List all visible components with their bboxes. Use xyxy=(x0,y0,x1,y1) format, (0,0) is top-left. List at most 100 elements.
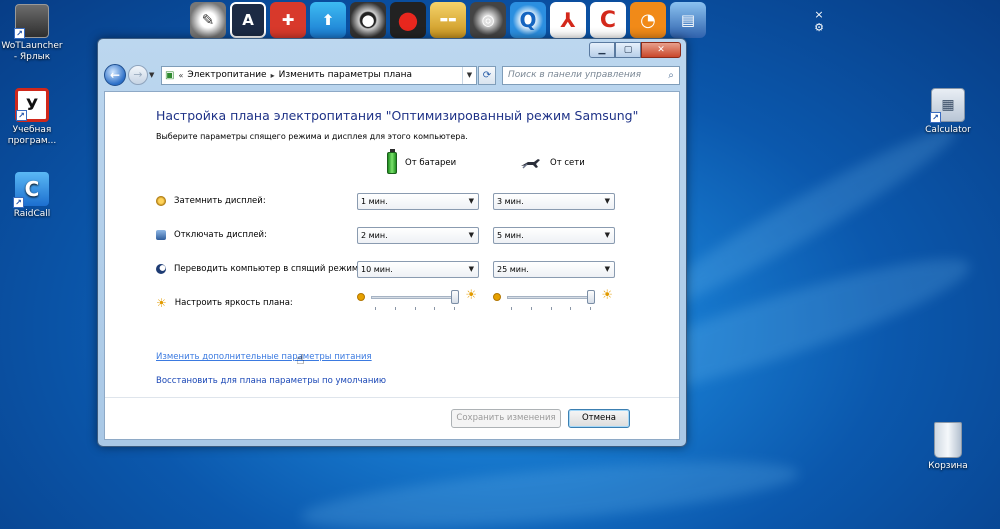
chevron-down-icon: ▼ xyxy=(468,265,474,273)
window-controls: ▁ ▢ ✕ xyxy=(589,42,681,58)
magnifier-tool-icon[interactable]: ✎ xyxy=(190,2,226,38)
setting-label: Переводить компьютер в спящий режим: xyxy=(174,264,362,274)
dim-display-icon xyxy=(156,196,166,206)
film-reel-icon[interactable]: ◎ xyxy=(470,2,506,38)
desktop-icon-wotlauncher[interactable]: ↗ WoTLauncher - Ярлык xyxy=(0,4,64,63)
sleep-ac-select[interactable]: 25 мин. ▼ xyxy=(493,261,615,278)
record-icon[interactable]: ● xyxy=(390,2,426,38)
slider-ticks xyxy=(375,307,455,310)
speedtest-icon[interactable]: ◔ xyxy=(630,2,666,38)
slider-ticks xyxy=(511,307,591,310)
address-dropdown-icon[interactable]: ▼ xyxy=(462,66,476,84)
breadcrumb-separator-icon[interactable]: ▸ xyxy=(271,71,275,80)
pdf-reader-icon[interactable]: ⅄ xyxy=(550,2,586,38)
brightness-high-icon: ☀ xyxy=(465,288,477,303)
breadcrumb-item-power[interactable]: Электропитание xyxy=(187,70,266,80)
cancel-button[interactable]: Отмена xyxy=(568,409,630,428)
shortcut-arrow-icon: ↗ xyxy=(16,110,27,121)
refresh-button[interactable]: ⟳ xyxy=(478,65,496,85)
shortcut-arrow-icon: ↗ xyxy=(13,197,24,208)
setting-label: Настроить яркость плана: xyxy=(174,298,293,308)
shortcut-arrow-icon: ↗ xyxy=(930,112,941,123)
setting-row-dim-display: Затемнить дисплей: xyxy=(156,196,266,206)
save-changes-button[interactable]: Сохранить изменения xyxy=(451,409,561,428)
recycle-bin-icon xyxy=(934,422,962,458)
road-sign-icon: У ↗ xyxy=(15,88,49,122)
brightness-high-icon: ☀ xyxy=(601,288,613,303)
search-placeholder: Поиск в панели управления xyxy=(508,70,641,80)
tank-icon: ↗ xyxy=(14,4,49,39)
column-header-battery: От батареи xyxy=(387,149,457,174)
setting-row-brightness: ☀ Настроить яркость плана: xyxy=(156,296,293,310)
quicktime-icon[interactable]: Q xyxy=(510,2,546,38)
ccleaner-icon[interactable]: C xyxy=(590,2,626,38)
calculator-icon: ▦ ↗ xyxy=(930,88,965,123)
brightness-battery-slider[interactable]: ☀ xyxy=(357,288,477,310)
desktop-icon-recycle-bin[interactable]: Корзина xyxy=(916,422,980,472)
installer-icon[interactable]: ▤ xyxy=(670,2,706,38)
desktop-icon-calculator[interactable]: ▦ ↗ Calculator xyxy=(916,88,980,136)
dim-display-ac-select[interactable]: 3 мин. ▼ xyxy=(493,193,615,210)
dim-display-battery-select[interactable]: 1 мин. ▼ xyxy=(357,193,479,210)
page-title: Настройка плана электропитания "Оптимизи… xyxy=(156,108,639,123)
column-label-battery: От батареи xyxy=(405,158,457,168)
chevron-down-icon: ▼ xyxy=(604,197,610,205)
dock-settings-icon[interactable]: ⚙ xyxy=(812,21,826,34)
text-box-icon[interactable]: A xyxy=(230,2,266,38)
turn-off-display-ac-select[interactable]: 5 мин. ▼ xyxy=(493,227,615,244)
sleep-battery-select[interactable]: 10 мин. ▼ xyxy=(357,261,479,278)
share-icon[interactable]: ⬆ xyxy=(310,2,346,38)
folder-icon[interactable]: ▬▬ xyxy=(430,2,466,38)
desktop-icon-uchebnaya[interactable]: У ↗ Учебная програм... xyxy=(0,88,64,147)
brightness-low-icon xyxy=(493,293,501,301)
slider-track xyxy=(507,296,595,299)
desktop-icon-label: Учебная програм... xyxy=(7,125,57,146)
back-button[interactable]: ← xyxy=(104,64,126,86)
desktop-icon-label: Calculator xyxy=(925,125,971,135)
monitor-icon xyxy=(156,230,166,240)
power-plug-icon xyxy=(521,159,540,169)
setting-row-sleep: Переводить компьютер в спящий режим: xyxy=(156,264,361,274)
chevron-down-icon: ▼ xyxy=(468,197,474,205)
advanced-settings-link[interactable]: Изменить дополнительные параметры питани… xyxy=(156,352,372,362)
maximize-button[interactable]: ▢ xyxy=(615,42,641,58)
brightness-icon: ☀ xyxy=(156,296,167,310)
select-value: 3 мин. xyxy=(497,197,524,206)
select-value: 25 мин. xyxy=(497,265,529,274)
slider-thumb[interactable] xyxy=(586,290,595,304)
power-options-window: ▁ ▢ ✕ ← → ▼ ▣ « Электропитание ▸ Изменит… xyxy=(97,38,687,447)
raidcall-icon: C ↗ xyxy=(13,172,49,208)
breadcrumb-item-edit-plan[interactable]: Изменить параметры плана xyxy=(279,70,412,80)
search-input[interactable]: Поиск в панели управления ⌕ xyxy=(502,65,680,85)
turn-off-display-battery-select[interactable]: 2 мин. ▼ xyxy=(357,227,479,244)
close-button[interactable]: ✕ xyxy=(641,42,681,58)
select-value: 5 мин. xyxy=(497,231,524,240)
brightness-ac-slider[interactable]: ☀ xyxy=(493,288,613,310)
chevron-down-icon: ▼ xyxy=(604,231,610,239)
restore-defaults-link[interactable]: Восстановить для плана параметры по умол… xyxy=(156,376,386,386)
dialog-footer: Сохранить изменения Отмена xyxy=(105,397,679,439)
setting-row-turn-off-display: Отключать дисплей: xyxy=(156,230,267,240)
dock-controls: × ⚙ xyxy=(812,8,826,34)
breadcrumb-overflow[interactable]: « xyxy=(178,71,183,80)
rescue-tool-icon[interactable]: ✚ xyxy=(270,2,306,38)
setting-label: Затемнить дисплей: xyxy=(174,196,266,206)
forward-button[interactable]: → xyxy=(128,65,148,85)
slider-track xyxy=(371,296,459,299)
moon-icon xyxy=(156,264,166,274)
breadcrumb[interactable]: ▣ « Электропитание ▸ Изменить параметры … xyxy=(161,65,477,85)
content-pane: Настройка плана электропитания "Оптимизи… xyxy=(104,91,680,440)
webcam-icon[interactable]: ● xyxy=(350,2,386,38)
desktop-icon-label: WoTLauncher - Ярлык xyxy=(1,41,63,62)
chevron-down-icon: ▼ xyxy=(468,231,474,239)
search-icon[interactable]: ⌕ xyxy=(663,70,679,81)
column-label-ac: От сети xyxy=(550,158,585,168)
dock-close-icon[interactable]: × xyxy=(812,8,826,21)
desktop-icon-raidcall[interactable]: C ↗ RaidCall xyxy=(0,172,64,220)
desktop-icon-label: RaidCall xyxy=(13,209,51,219)
minimize-button[interactable]: ▁ xyxy=(589,42,615,58)
page-subtitle: Выберите параметры спящего режима и дисп… xyxy=(156,132,468,141)
select-value: 10 мин. xyxy=(361,265,393,274)
recent-pages-dropdown[interactable]: ▼ xyxy=(149,71,159,79)
slider-thumb[interactable] xyxy=(450,290,459,304)
